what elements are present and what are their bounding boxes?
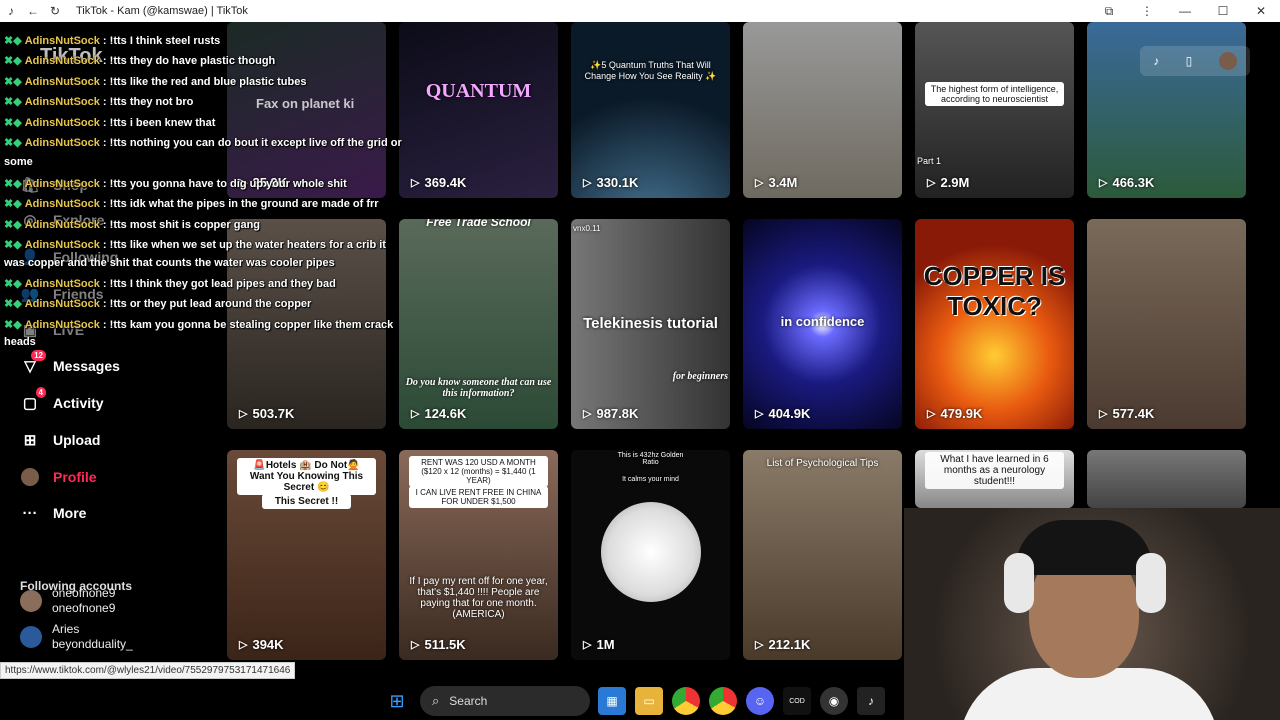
chat-message: ✖◆ AdinsNutSock : !tts most shit is coppe… — [4, 219, 261, 231]
chat-message: ✖◆ AdinsNutSock : !tts kam you gonna be s… — [4, 319, 394, 331]
video-card[interactable] — [1087, 450, 1246, 508]
account-item[interactable]: Aries beyondduality_ — [20, 622, 133, 652]
chat-message: ✖◆ AdinsNutSock : !tts or they put lead a… — [4, 298, 312, 310]
golden-ratio-orb — [601, 502, 701, 602]
video-card[interactable]: RENT WAS 120 USD A MONTH ($120 x 12 (mon… — [399, 450, 558, 660]
chat-message: ✖◆ AdinsNutSock : !tts like when we set u… — [4, 239, 386, 251]
sidebar-item-activity[interactable]: ▢ 4 Activity — [20, 387, 104, 413]
inbox-icon: ▢ 4 — [20, 387, 46, 413]
minimize-button[interactable]: — — [1166, 4, 1204, 18]
call-of-duty-icon[interactable]: COD — [783, 687, 811, 715]
messages-badge: 12 — [31, 350, 46, 361]
store-icon[interactable]: ▦ — [598, 687, 626, 715]
close-button[interactable]: ✕ — [1242, 4, 1280, 18]
music-icon[interactable]: ♪ — [1153, 54, 1159, 68]
avatar — [20, 590, 42, 612]
avatar[interactable] — [1218, 52, 1237, 70]
chat-message: ✖◆ AdinsNutSock : !tts like the red and b… — [4, 76, 307, 88]
chat-message-wrap: some — [4, 156, 33, 168]
video-card[interactable]: 3.4M — [743, 22, 902, 198]
sidebar-item-profile[interactable]: Profile — [20, 467, 97, 487]
file-explorer-icon[interactable]: ▭ — [635, 687, 663, 715]
sidebar-item-more[interactable]: ··· More — [20, 503, 87, 523]
account-item[interactable]: oneofnone9 oneofnone9 — [20, 586, 115, 616]
video-card[interactable]: in confidence 404.9K — [743, 219, 902, 429]
video-card[interactable]: List of Psychological Tips 212.1K — [743, 450, 902, 660]
window-title: TikTok - Kam (@kamswae) | TikTok — [76, 5, 248, 17]
ghost-label: Fax on planet ki — [256, 96, 355, 111]
headphone-left — [1004, 553, 1034, 613]
phone-icon[interactable]: ▯ — [1186, 54, 1193, 68]
reload-icon[interactable]: ↻ — [44, 4, 66, 18]
discord-icon[interactable]: ☺ — [746, 687, 774, 715]
video-card[interactable]: vnx0.11 Telekinesis tutorial for beginne… — [571, 219, 730, 429]
maximize-button[interactable]: ☐ — [1204, 4, 1242, 18]
chat-message-wrap: was copper and the shit that counts the … — [4, 257, 335, 269]
tiktok-taskbar-icon[interactable]: ♪ — [857, 687, 885, 715]
video-card[interactable]: Free Trade School Do you know someone th… — [399, 219, 558, 429]
chat-message: ✖◆ AdinsNutSock : !tts i been knew that — [4, 117, 216, 129]
video-card[interactable]: What I have learned in 6 months as a neu… — [915, 450, 1074, 508]
sidebar-item-messages[interactable]: ▽ 12 Messages — [20, 350, 120, 376]
ellipsis-icon: ··· — [22, 504, 38, 522]
taskbar: ⊞ ⌕ Search ▦ ▭ ☺ COD ◉ ♪ — [383, 684, 894, 718]
obs-icon[interactable]: ◉ — [820, 687, 848, 715]
browser-titlebar: ♪ ← ↻ TikTok - Kam (@kamswae) | TikTok ⧉… — [0, 0, 1280, 22]
extensions-icon[interactable]: ⧉ — [1090, 4, 1128, 19]
video-card[interactable]: 577.4K — [1087, 219, 1246, 429]
sidebar-item-upload[interactable]: ⊞ Upload — [20, 430, 101, 450]
taskbar-search[interactable]: ⌕ Search — [420, 686, 590, 716]
search-icon: ⌕ — [432, 693, 440, 708]
activity-badge: 4 — [35, 387, 46, 398]
send-icon: ▽ 12 — [20, 350, 46, 376]
floating-controls: ♪ ▯ — [1140, 46, 1250, 76]
video-card[interactable]: COPPER IS TOXIC? 479.9K — [915, 219, 1074, 429]
chat-message-wrap: heads — [4, 336, 36, 348]
profile-avatar — [20, 467, 40, 487]
chat-message: ✖◆ AdinsNutSock : !tts they do have plast… — [4, 55, 276, 67]
tiktok-app-icon: ♪ — [8, 4, 14, 18]
back-icon[interactable]: ← — [22, 4, 44, 18]
video-card[interactable]: The highest form of intelligence, accord… — [915, 22, 1074, 198]
chat-message: ✖◆ AdinsNutSock : !tts they not bro — [4, 96, 194, 108]
video-card[interactable]: QUANTUM 369.4K — [399, 22, 558, 198]
menu-icon[interactable]: ⋮ — [1128, 4, 1166, 18]
chrome-icon[interactable] — [672, 687, 700, 715]
chat-message: ✖◆ AdinsNutSock : !tts nothing you can do… — [4, 137, 402, 149]
video-card[interactable]: ✨5 Quantum Truths That Will Change How Y… — [571, 22, 730, 198]
windows-start-icon[interactable]: ⊞ — [383, 687, 411, 715]
chat-message: ✖◆ AdinsNutSock : !tts I think they got l… — [4, 278, 336, 290]
plus-icon: ⊞ — [23, 432, 37, 449]
chat-message: ✖◆ AdinsNutSock : !tts I think steel rust… — [4, 35, 221, 47]
headphone-right — [1136, 553, 1166, 613]
status-url: https://www.tiktok.com/@wlyles21/video/7… — [0, 662, 296, 679]
video-card[interactable]: This is 432hz Golden Ratio It calms your… — [571, 450, 730, 660]
webcam-overlay — [904, 508, 1280, 720]
video-card[interactable]: 🚨Hotels 🏨 Do Not🙅 Want You Knowing This … — [227, 450, 386, 660]
avatar — [20, 626, 42, 648]
chat-message: ✖◆ AdinsNutSock : !tts you gonna have to … — [4, 178, 347, 190]
streamer-hat — [1016, 520, 1152, 575]
chrome-profile-icon[interactable] — [709, 687, 737, 715]
chat-message: ✖◆ AdinsNutSock : !tts idk what the pipes… — [4, 198, 379, 210]
